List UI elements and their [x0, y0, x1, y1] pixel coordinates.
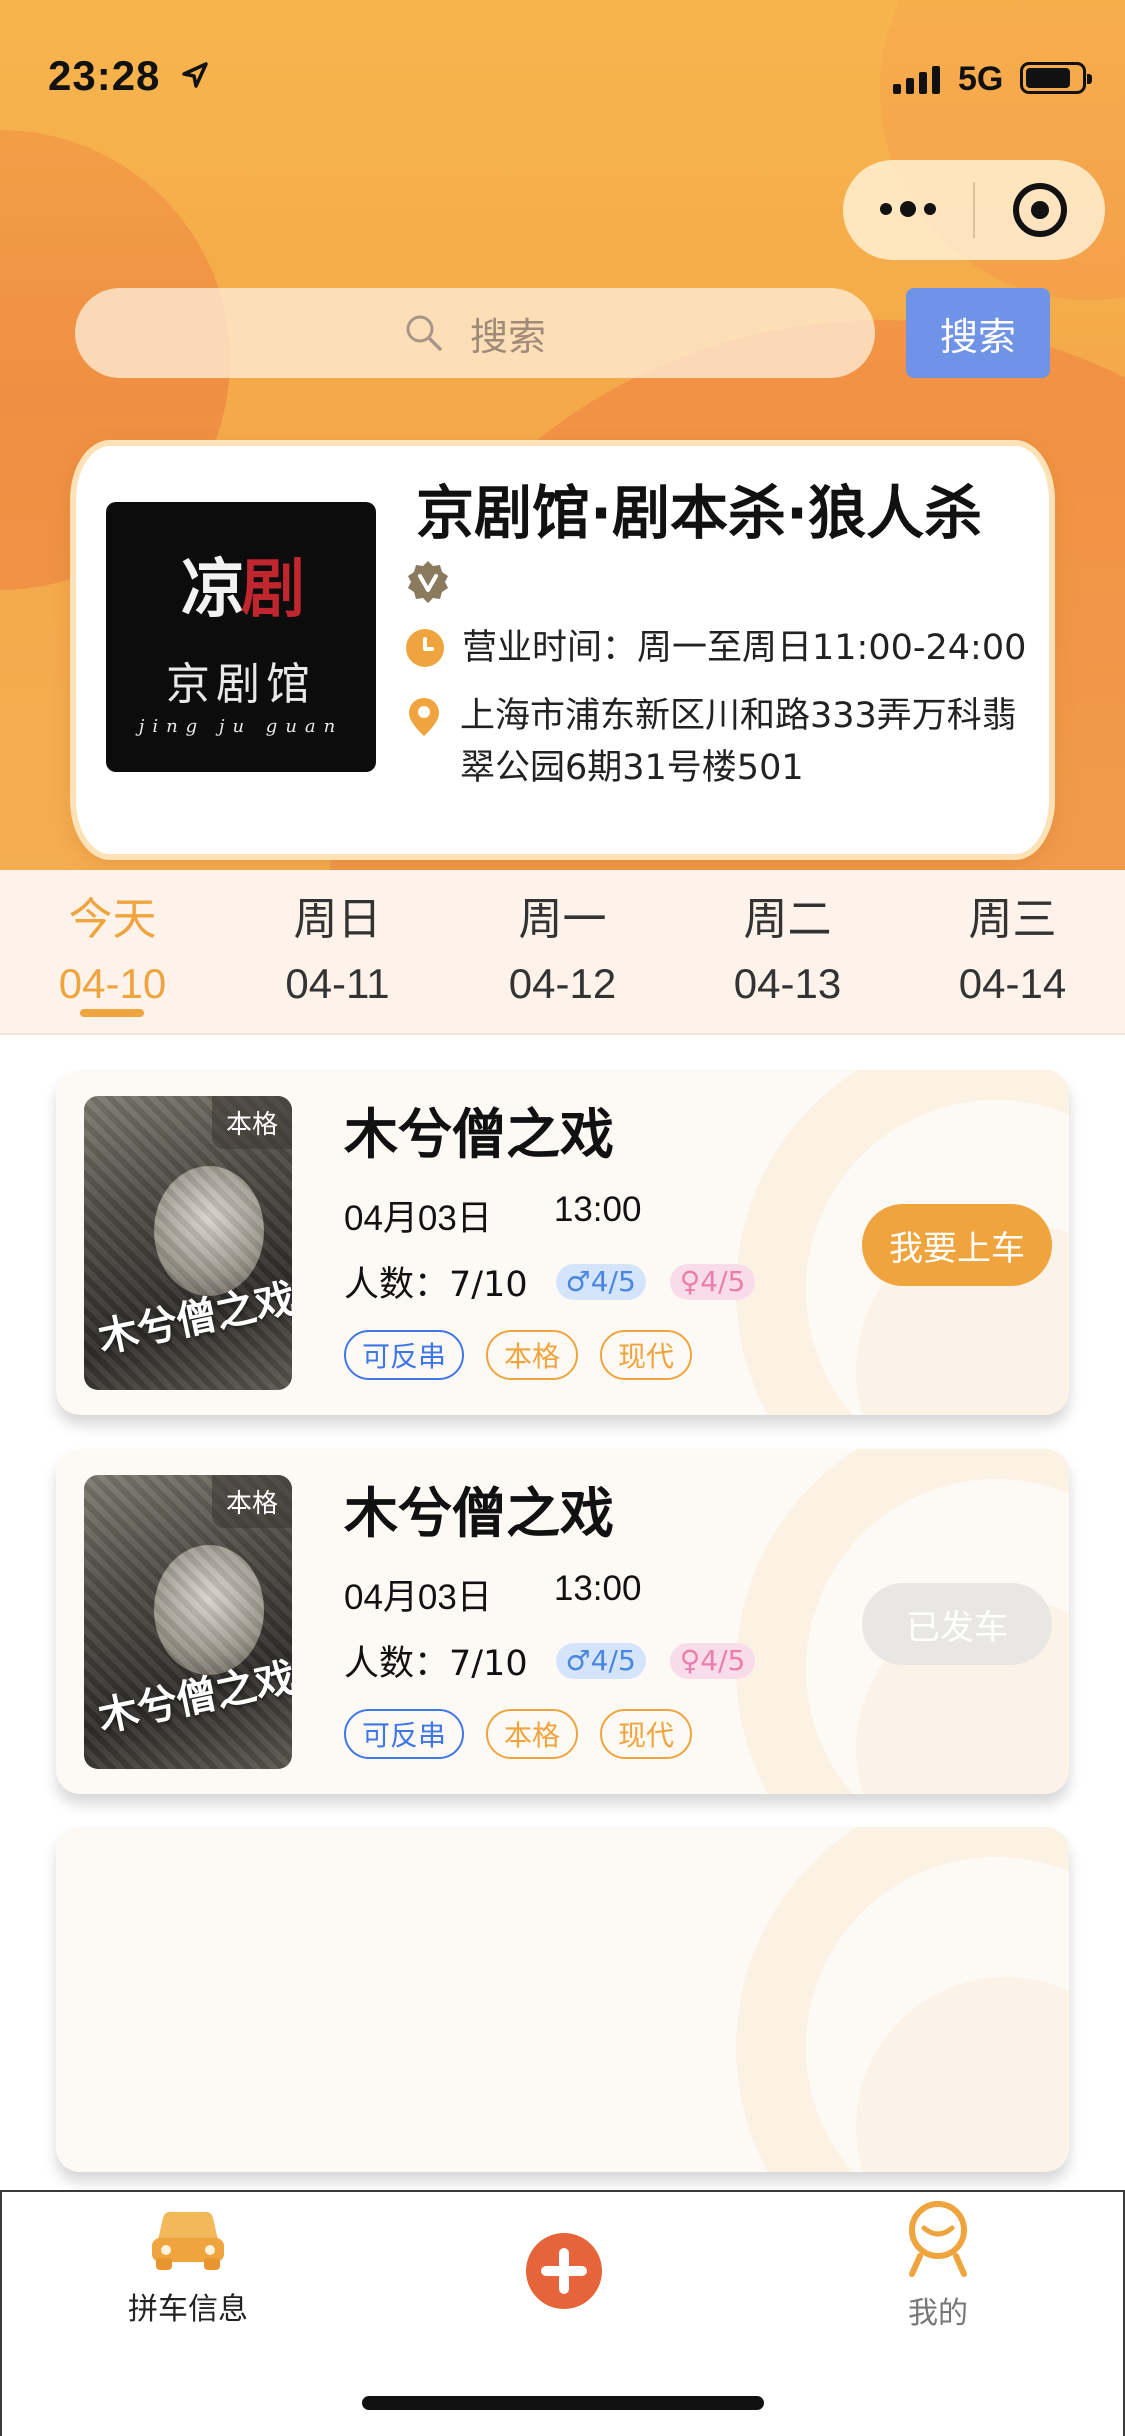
shop-logo: 凉剧 京剧馆 jing ju guan [106, 502, 376, 772]
target-icon [1013, 183, 1067, 237]
logo-text: 京剧馆 [166, 658, 316, 710]
battery-icon [1020, 62, 1092, 94]
tag-genre: 本格 [486, 1709, 579, 1759]
search-icon [406, 315, 442, 351]
game-title: 木兮僧之戏 [344, 1482, 614, 1545]
player-count-label: 人数：7/10 [344, 1644, 528, 1684]
close-miniprogram-button[interactable] [975, 183, 1105, 237]
date-tab-wednesday[interactable]: 周三 04-14 [900, 870, 1125, 1033]
date-tab-tuesday[interactable]: 周二 04-13 [675, 870, 900, 1033]
search-input[interactable]: 搜索 [75, 288, 875, 378]
shop-address[interactable]: 上海市浦东新区川和路333弄万科翡翠公园6期31号楼501 [406, 690, 1026, 794]
game-card[interactable]: 木兮僧之戏 本格 木兮僧之戏 04月03日 13:00 人数：7/10 ♂4/5… [56, 1070, 1069, 1415]
poster-genre-badge: 本格 [211, 1475, 292, 1528]
date-tab-sunday[interactable]: 周日 04-11 [225, 870, 450, 1033]
game-card-placeholder [56, 1827, 1069, 2172]
verified-badge-icon [408, 561, 448, 603]
game-date: 04月03日 [344, 1199, 492, 1238]
tab-label: 拼车信息 [128, 2292, 248, 2327]
tab-carpool-info[interactable]: 拼车信息 [58, 2192, 318, 2372]
game-schedule: 04月03日 13:00 [344, 1190, 641, 1241]
date-tab-weekday: 周日 [293, 894, 382, 945]
game-schedule: 04月03日 13:00 [344, 1569, 641, 1620]
network-type: 5G [958, 60, 1004, 98]
date-tab-monday[interactable]: 周一 04-12 [450, 870, 675, 1033]
game-date: 04月03日 [344, 1578, 492, 1617]
date-tab-today[interactable]: 今天 04-10 [0, 870, 225, 1033]
home-indicator[interactable] [362, 2396, 764, 2410]
date-tab-weekday: 周一 [518, 894, 607, 945]
car-icon [152, 2212, 224, 2270]
date-tab-date: 04-12 [508, 960, 617, 1007]
game-time: 13:00 [553, 1569, 642, 1608]
status-time: 23:28 [48, 52, 161, 99]
tag-cross-gender: 可反串 [344, 1330, 465, 1380]
game-tags: 可反串 本格 现代 [344, 1709, 693, 1759]
tag-cross-gender: 可反串 [344, 1709, 465, 1759]
logo-mark: 凉剧 [181, 551, 305, 627]
tab-label: 我的 [908, 2296, 968, 2331]
player-count-label: 人数：7/10 [344, 1265, 528, 1305]
poster-genre-badge: 本格 [211, 1096, 292, 1149]
female-count-badge: ♀4/5 [669, 1263, 756, 1300]
add-icon [526, 2233, 602, 2309]
date-tab-date: 04-10 [58, 960, 167, 1007]
location-pin-icon [409, 698, 439, 736]
miniprogram-capsule [843, 160, 1105, 260]
game-title: 木兮僧之戏 [344, 1103, 614, 1166]
tab-mine[interactable]: 我的 [808, 2192, 1068, 2372]
female-count-badge: ♀4/5 [669, 1642, 756, 1679]
tag-genre: 本格 [486, 1330, 579, 1380]
game-time: 13:00 [553, 1190, 642, 1229]
date-tab-weekday: 周二 [743, 894, 832, 945]
player-count: 人数：7/10 ♂4/5 ♀4/5 [344, 1635, 756, 1686]
player-count: 人数：7/10 ♂4/5 ♀4/5 [344, 1256, 756, 1307]
tag-setting: 现代 [600, 1709, 693, 1759]
search-button[interactable]: 搜索 [906, 288, 1050, 378]
shop-name: 京剧馆·剧本杀·狼人杀 [416, 479, 983, 547]
date-tab-date: 04-13 [733, 960, 842, 1007]
logo-subtext: jing ju guan [138, 715, 344, 737]
date-tab-date: 04-14 [958, 960, 1067, 1007]
game-card[interactable]: 木兮僧之戏 本格 木兮僧之戏 04月03日 13:00 人数：7/10 ♂4/5… [56, 1449, 1069, 1794]
join-game-button[interactable]: 我要上车 [862, 1204, 1052, 1286]
game-tags: 可反串 本格 现代 [344, 1330, 693, 1380]
location-arrow-icon [182, 62, 208, 88]
date-tabs: 今天 04-10 周日 04-11 周一 04-12 周二 04-13 周三 0… [0, 870, 1125, 1035]
signal-icon [893, 64, 940, 94]
search-placeholder: 搜索 [469, 314, 546, 359]
date-tab-date: 04-11 [285, 960, 390, 1007]
date-tab-weekday: 今天 [68, 894, 157, 945]
tag-setting: 现代 [600, 1330, 693, 1380]
game-poster: 木兮僧之戏 本格 [84, 1096, 292, 1390]
status-bar: 23:28 5G [0, 0, 1125, 150]
business-hours: 营业时间：周一至周日11:00-24:00 [406, 622, 1026, 674]
departed-status-button: 已发车 [862, 1583, 1052, 1665]
male-count-badge: ♂4/5 [555, 1263, 646, 1300]
more-menu-button[interactable] [843, 201, 973, 217]
tab-add[interactable] [434, 2192, 694, 2372]
clock-icon [406, 629, 444, 667]
shop-info-card: 凉剧 京剧馆 jing ju guan 京剧馆·剧本杀·狼人杀 营业时间：周一至… [70, 440, 1055, 860]
date-tab-weekday: 周三 [968, 894, 1057, 945]
male-count-badge: ♂4/5 [555, 1642, 646, 1679]
business-hours-text: 营业时间：周一至周日11:00-24:00 [462, 628, 1027, 668]
shop-address-text: 上海市浦东新区川和路333弄万科翡翠公园6期31号楼501 [460, 696, 1017, 788]
game-poster: 木兮僧之戏 本格 [84, 1475, 292, 1769]
profile-icon [909, 2201, 967, 2277]
